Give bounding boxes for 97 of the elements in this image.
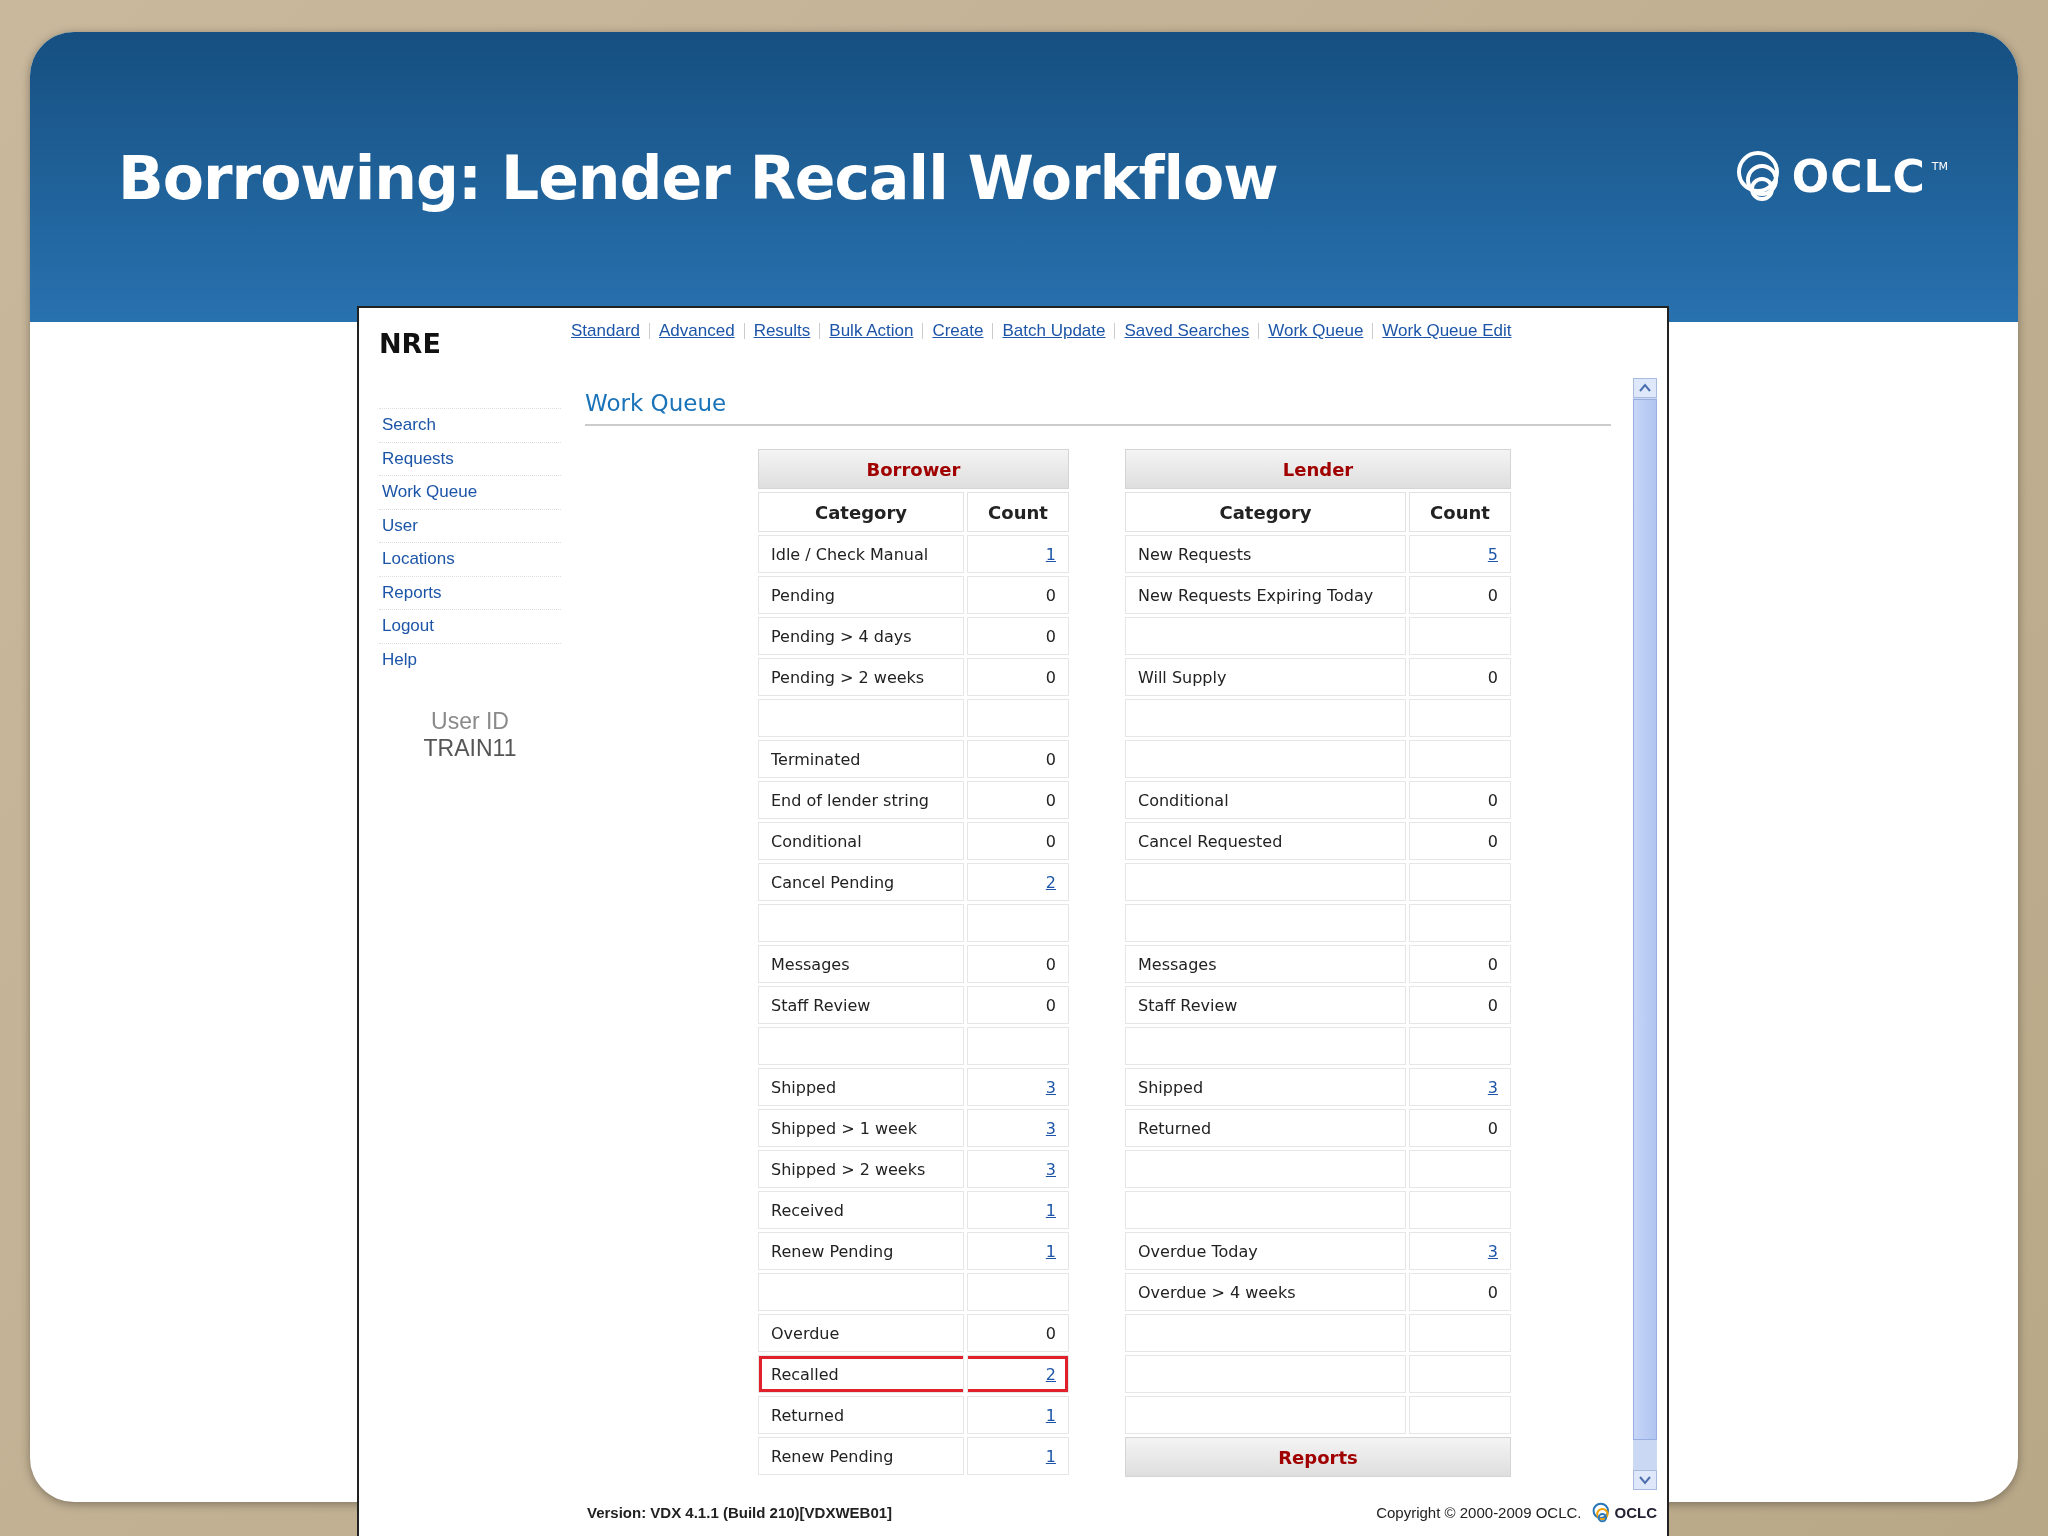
scroll-up-icon[interactable] bbox=[1633, 378, 1657, 398]
table-cell: Received bbox=[758, 1191, 964, 1229]
table-cell: Overdue bbox=[758, 1314, 964, 1352]
count-link[interactable]: 5 bbox=[1487, 544, 1498, 564]
table-cell: Idle / Check Manual bbox=[758, 535, 964, 573]
trademark-mark: TM bbox=[1931, 160, 1948, 173]
sidebar-item[interactable]: Search bbox=[379, 408, 561, 442]
table-cell: Conditional bbox=[758, 822, 964, 860]
sidebar-item[interactable]: Logout bbox=[379, 609, 561, 643]
column-header: Category bbox=[758, 492, 964, 532]
count-link[interactable]: 1 bbox=[1045, 1200, 1056, 1220]
table-cell: Messages bbox=[758, 945, 964, 983]
table-cell: Shipped > 2 weeks bbox=[758, 1150, 964, 1188]
count-text: 0 bbox=[1487, 1282, 1498, 1302]
table-cell: Conditional bbox=[1125, 781, 1406, 819]
table-cell: Overdue > 4 weeks bbox=[1125, 1273, 1406, 1311]
table-cell: New Requests Expiring Today bbox=[1125, 576, 1406, 614]
count-text: 0 bbox=[1487, 954, 1498, 974]
sidebar-item[interactable]: Work Queue bbox=[379, 475, 561, 509]
table-cell: Staff Review bbox=[1125, 986, 1406, 1024]
sidebar-item[interactable]: Reports bbox=[379, 575, 561, 609]
count-link[interactable]: 2 bbox=[1045, 1364, 1056, 1384]
count-text: 0 bbox=[1045, 749, 1056, 769]
scrollbar[interactable] bbox=[1633, 378, 1657, 1490]
column-header: Category bbox=[1125, 492, 1406, 532]
count-text: 0 bbox=[1045, 995, 1056, 1015]
count-text: 0 bbox=[1045, 790, 1056, 810]
count-text: 0 bbox=[1487, 585, 1498, 605]
count-link[interactable]: 3 bbox=[1487, 1241, 1498, 1261]
app-brand: NRE bbox=[378, 327, 442, 361]
table-cell: Shipped bbox=[758, 1068, 964, 1106]
table-cell: Returned bbox=[758, 1396, 964, 1434]
table-cell: Pending bbox=[758, 576, 964, 614]
table-title: Borrower bbox=[758, 449, 1069, 489]
user-id: TRAIN11 bbox=[422, 735, 518, 762]
count-link[interactable]: 1 bbox=[1045, 1241, 1056, 1261]
logo-text: OCLC bbox=[1791, 150, 1926, 202]
table-cell: Staff Review bbox=[758, 986, 964, 1024]
count-link[interactable]: 1 bbox=[1045, 544, 1056, 564]
nav-link[interactable]: Bulk Action bbox=[829, 321, 914, 341]
count-text: 0 bbox=[1487, 995, 1498, 1015]
nav-link[interactable]: Create bbox=[932, 321, 984, 341]
count-link[interactable]: 3 bbox=[1045, 1118, 1056, 1138]
table-cell: End of lender string bbox=[758, 781, 964, 819]
table-title: Lender bbox=[1125, 449, 1511, 489]
table-cell: Renew Pending bbox=[758, 1437, 964, 1475]
logo-icon bbox=[1591, 1501, 1612, 1523]
table-cell: New Requests bbox=[1125, 535, 1406, 573]
table-cell: Recalled bbox=[758, 1355, 964, 1393]
nav-link[interactable]: Standard bbox=[571, 321, 640, 341]
count-text: 0 bbox=[1045, 831, 1056, 851]
count-link[interactable]: 2 bbox=[1045, 872, 1056, 892]
user-id-label: User ID bbox=[430, 708, 510, 735]
sidebar-item[interactable]: User bbox=[379, 508, 561, 542]
count-link[interactable]: 1 bbox=[1045, 1405, 1056, 1425]
table-cell: Cancel Pending bbox=[758, 863, 964, 901]
table-cell: Returned bbox=[1125, 1109, 1406, 1147]
count-text: 0 bbox=[1487, 831, 1498, 851]
table-cell: Shipped bbox=[1125, 1068, 1406, 1106]
table-cell: Terminated bbox=[758, 740, 964, 778]
count-text: 0 bbox=[1045, 1323, 1056, 1343]
count-text: 0 bbox=[1045, 954, 1056, 974]
table-cell: Shipped > 1 week bbox=[758, 1109, 964, 1147]
sidebar-item[interactable]: Locations bbox=[379, 542, 561, 576]
nav-link[interactable]: Work Queue bbox=[1268, 321, 1364, 341]
version-text: Version: VDX 4.1.1 (Build 210)[VDXWEB01] bbox=[587, 1503, 893, 1521]
table-cell: Renew Pending bbox=[758, 1232, 964, 1270]
count-link[interactable]: 3 bbox=[1487, 1077, 1498, 1097]
nav-link[interactable]: Saved Searches bbox=[1124, 321, 1250, 341]
count-text: 0 bbox=[1045, 585, 1056, 605]
page-heading: Work Queue bbox=[585, 378, 1611, 426]
table-cell: Overdue Today bbox=[1125, 1232, 1406, 1270]
logo-text: OCLC bbox=[1614, 1503, 1657, 1521]
count-text: 0 bbox=[1045, 626, 1056, 646]
table-cell: Pending > 2 weeks bbox=[758, 658, 964, 696]
sidebar-item[interactable]: Requests bbox=[379, 441, 561, 475]
table-cell: Will Supply bbox=[1125, 658, 1406, 696]
column-header: Count bbox=[967, 492, 1069, 532]
nav-link[interactable]: Work Queue Edit bbox=[1382, 321, 1512, 341]
count-text: 0 bbox=[1487, 790, 1498, 810]
nav-link[interactable]: Advanced bbox=[659, 321, 735, 341]
sidebar-item[interactable]: Help bbox=[379, 642, 561, 676]
count-text: 0 bbox=[1045, 667, 1056, 687]
table-title: Reports bbox=[1125, 1437, 1511, 1477]
count-link[interactable]: 1 bbox=[1045, 1446, 1056, 1466]
nav-link[interactable]: Batch Update bbox=[1002, 321, 1106, 341]
scroll-down-icon[interactable] bbox=[1633, 1470, 1657, 1490]
table-cell: Pending > 4 days bbox=[758, 617, 964, 655]
copyright-text: Copyright © 2000-2009 OCLC. bbox=[1376, 1503, 1582, 1521]
count-link[interactable]: 3 bbox=[1045, 1077, 1056, 1097]
count-link[interactable]: 3 bbox=[1045, 1159, 1056, 1179]
nav-link[interactable]: Results bbox=[753, 321, 811, 341]
table-cell: Cancel Requested bbox=[1125, 822, 1406, 860]
column-header: Count bbox=[1409, 492, 1511, 532]
count-text: 0 bbox=[1487, 667, 1498, 687]
table-cell: Messages bbox=[1125, 945, 1406, 983]
count-text: 0 bbox=[1487, 1118, 1498, 1138]
